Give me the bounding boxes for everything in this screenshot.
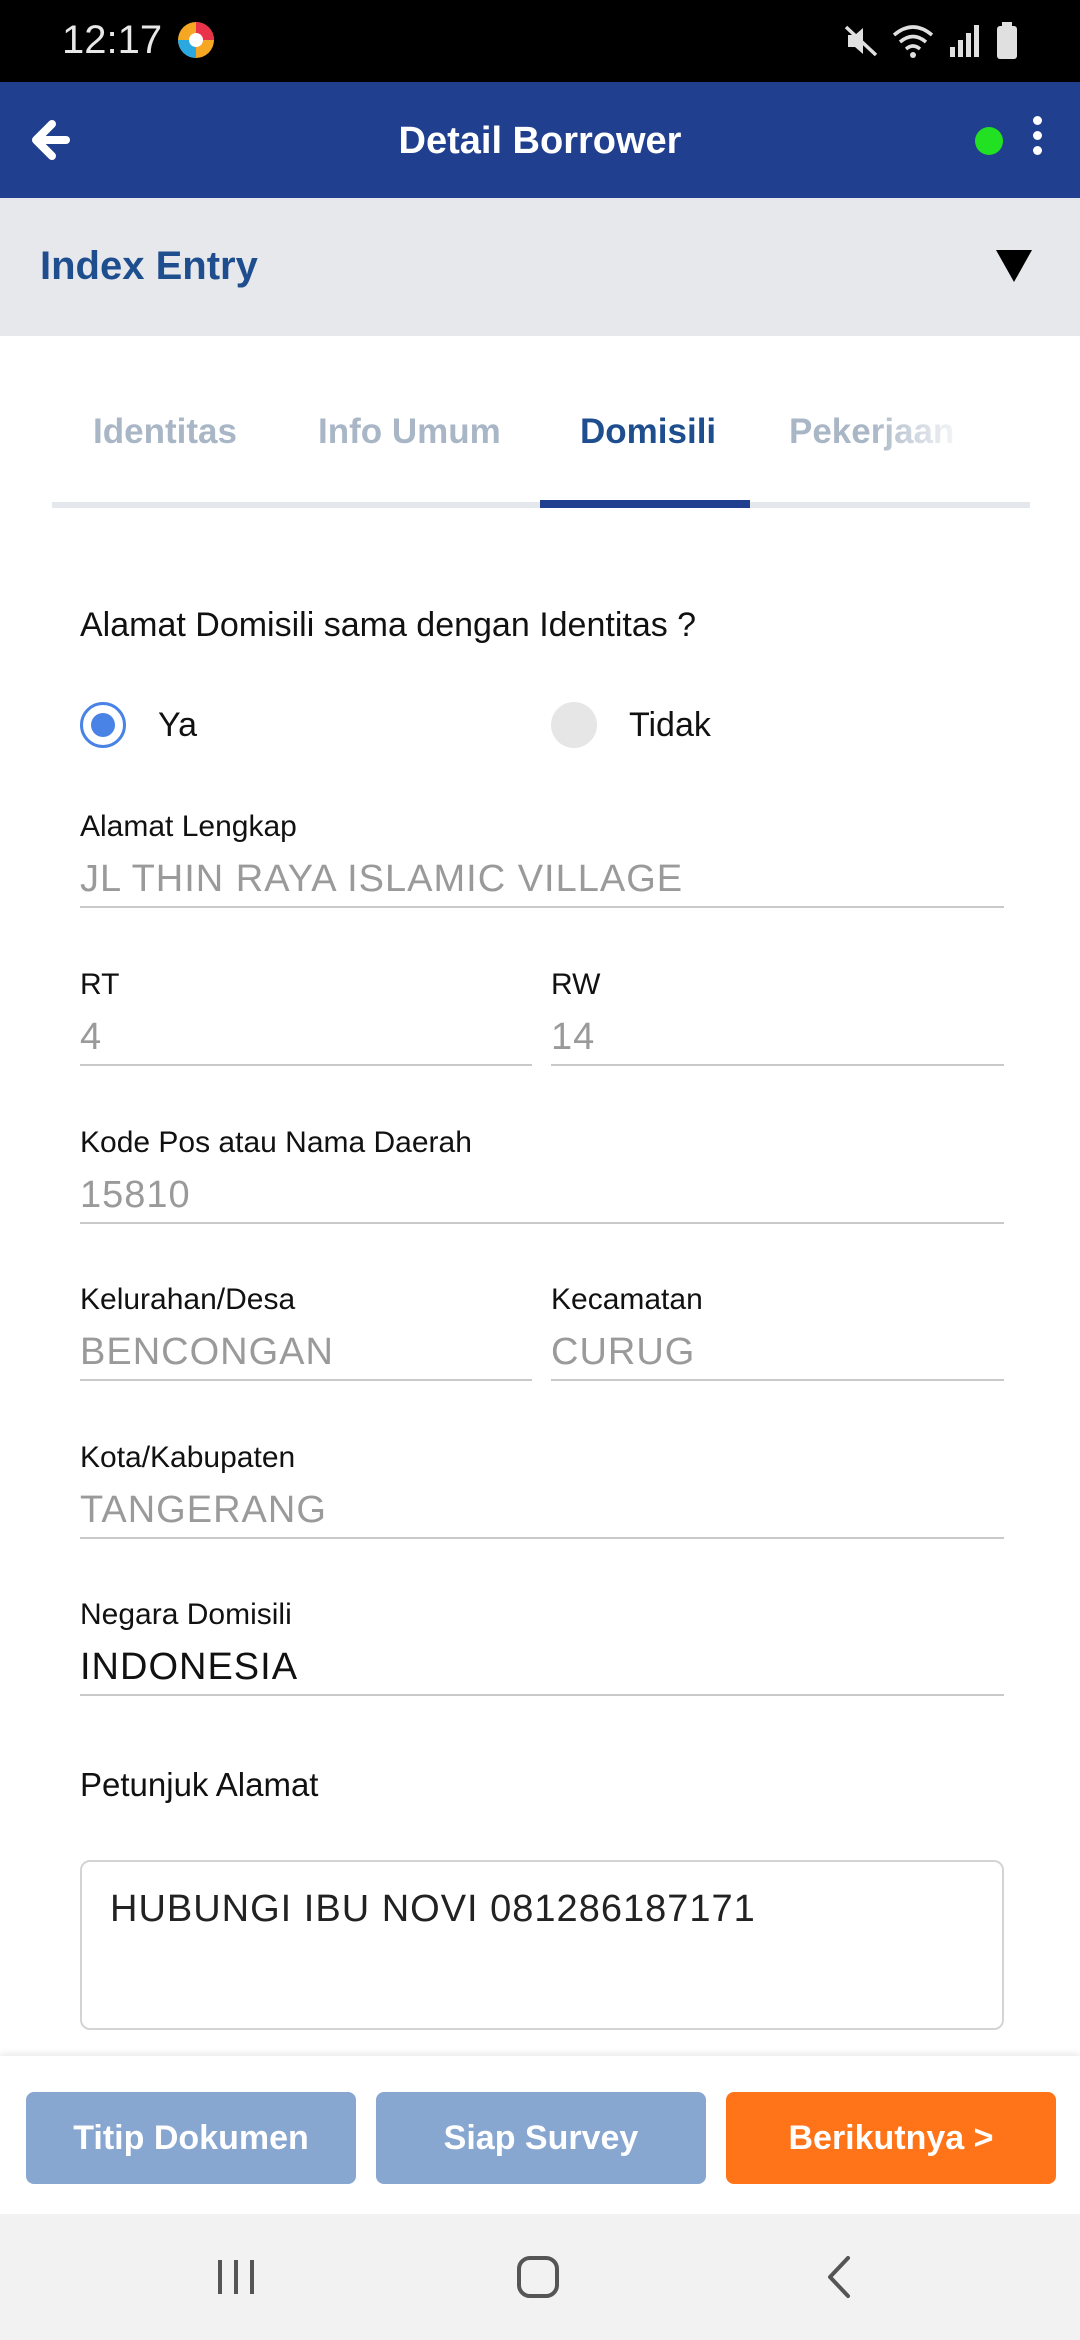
kelurahan-field[interactable]: BENCONGAN: [80, 1331, 334, 1374]
screen: 12:17 Detail Borrower Index Entry Identi…: [0, 0, 1080, 2340]
same-address-question: Alamat Domisili sama dengan Identitas ?: [80, 606, 697, 644]
status-time: 12:17: [62, 18, 163, 62]
tab-pekerjaan[interactable]: Pekerjaan: [789, 412, 954, 452]
kode-pos-field[interactable]: 15810: [80, 1174, 191, 1217]
petunjuk-alamat-textarea[interactable]: HUBUNGI IBU NOVI 081286187171: [80, 1860, 1004, 2030]
kelurahan-underline: [80, 1379, 532, 1381]
rt-underline: [80, 1064, 532, 1066]
radio-ya[interactable]: [80, 702, 126, 748]
status-icons: [844, 22, 1018, 60]
alamat-lengkap-field[interactable]: JL THIN RAYA ISLAMIC VILLAGE: [80, 858, 683, 901]
mute-icon: [844, 25, 878, 57]
app-notification-icon: [178, 22, 214, 58]
kelurahan-label: Kelurahan/Desa: [80, 1283, 296, 1316]
petunjuk-alamat-label: Petunjuk Alamat: [80, 1766, 319, 1803]
negara-underline: [80, 1694, 1004, 1696]
signal-icon: [950, 25, 979, 57]
rw-field[interactable]: 14: [551, 1016, 595, 1059]
page-title: Detail Borrower: [398, 120, 682, 162]
rt-label: RT: [80, 968, 120, 1001]
rt-field[interactable]: 4: [80, 1016, 102, 1059]
kode-pos-underline: [80, 1222, 1004, 1224]
home-icon[interactable]: [478, 2214, 598, 2340]
kecamatan-field[interactable]: CURUG: [551, 1331, 695, 1374]
wifi-icon: [892, 25, 934, 58]
back-icon[interactable]: [780, 2214, 900, 2340]
berikutnya-button[interactable]: Berikutnya >: [726, 2092, 1056, 2184]
kecamatan-underline: [551, 1379, 1004, 1381]
triangle-down-icon[interactable]: [996, 250, 1032, 282]
active-tab-indicator: [540, 500, 750, 508]
tab-bar: Identitas Info Umum Domisili Pekerjaan: [52, 398, 1030, 510]
tab-identitas[interactable]: Identitas: [93, 412, 237, 452]
petunjuk-alamat-text: HUBUNGI IBU NOVI 081286187171: [110, 1888, 756, 1930]
recent-apps-icon[interactable]: [176, 2214, 296, 2340]
index-entry-header[interactable]: Index Entry: [0, 198, 1080, 336]
alamat-lengkap-label: Alamat Lengkap: [80, 810, 297, 843]
battery-icon: [997, 22, 1017, 59]
radio-tidak[interactable]: [551, 702, 597, 748]
radio-tidak-label[interactable]: Tidak: [629, 706, 711, 745]
section-title: Index Entry: [40, 244, 258, 288]
rw-label: RW: [551, 968, 601, 1001]
negara-field[interactable]: INDONESIA: [80, 1646, 298, 1689]
app-bar: Detail Borrower: [0, 82, 1080, 198]
titip-dokumen-button[interactable]: Titip Dokumen: [26, 2092, 356, 2184]
kecamatan-label: Kecamatan: [551, 1283, 703, 1316]
kota-field[interactable]: TANGERANG: [80, 1489, 327, 1532]
online-status-dot: [975, 127, 1003, 155]
tab-domisili[interactable]: Domisili: [580, 412, 716, 452]
system-nav-bar: [0, 2214, 1080, 2340]
kota-label: Kota/Kabupaten: [80, 1441, 296, 1474]
kode-pos-label: Kode Pos atau Nama Daerah: [80, 1126, 472, 1159]
alamat-lengkap-underline: [80, 906, 1004, 908]
kota-underline: [80, 1537, 1004, 1539]
tab-info-umum[interactable]: Info Umum: [318, 412, 501, 452]
bottom-action-bar: Titip Dokumen Siap Survey Berikutnya >: [0, 2056, 1080, 2214]
negara-label: Negara Domisili: [80, 1598, 292, 1631]
radio-ya-label[interactable]: Ya: [158, 706, 197, 745]
more-menu-icon[interactable]: [1022, 116, 1052, 166]
status-bar: 12:17: [0, 0, 1080, 82]
siap-survey-button[interactable]: Siap Survey: [376, 2092, 706, 2184]
rw-underline: [551, 1064, 1004, 1066]
